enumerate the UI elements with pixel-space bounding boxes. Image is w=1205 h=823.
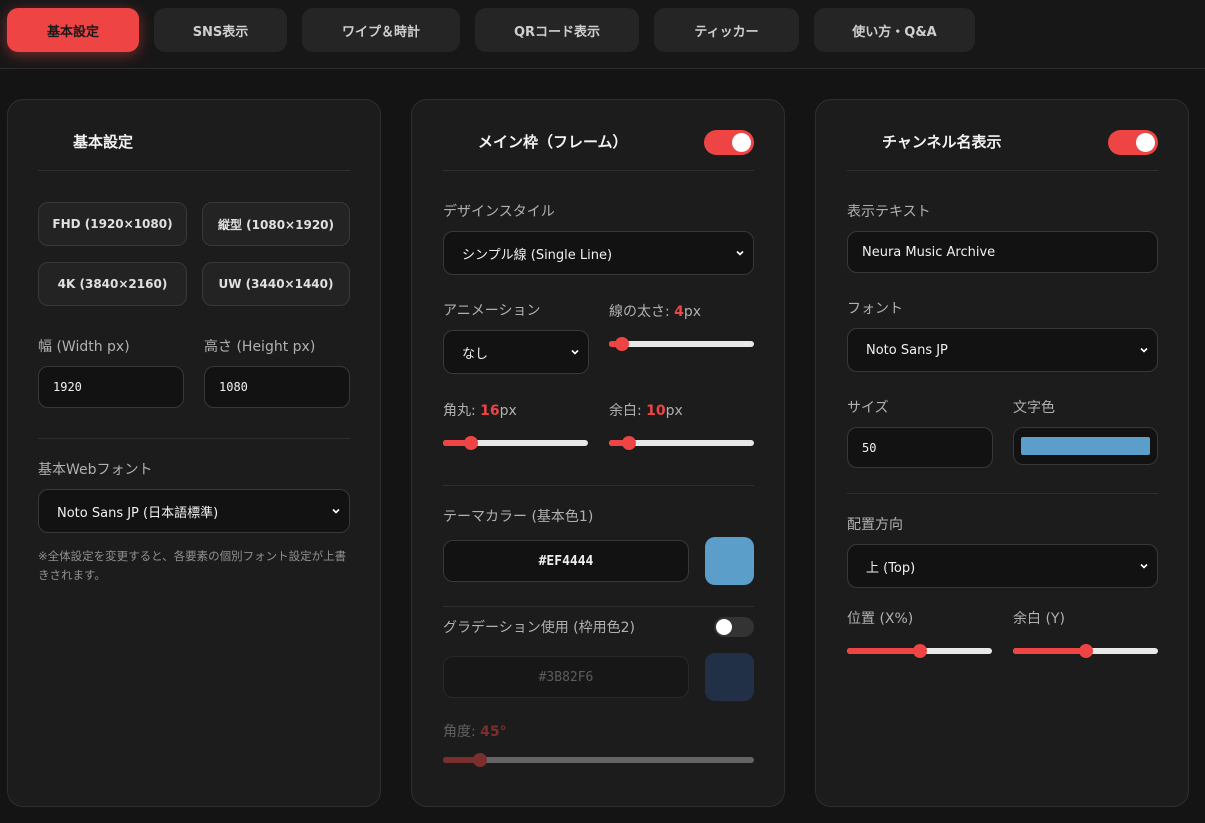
chevron-down-icon <box>1140 563 1148 569</box>
text-color-swatch <box>1021 437 1150 455</box>
height-input[interactable]: 1080 <box>204 366 350 408</box>
tab-help-qa[interactable]: 使い方・Q&A <box>814 8 975 52</box>
web-font-label: 基本Webフォント <box>38 462 153 478</box>
theme-color-label: テーマカラー (基本色1) <box>443 509 594 525</box>
size-label: サイズ <box>847 400 889 416</box>
margin-y-label: 余白 (Y) <box>1013 611 1065 627</box>
divider <box>443 485 754 486</box>
divider <box>847 170 1158 171</box>
design-style-label: デザインスタイル <box>443 204 555 220</box>
display-text-label: 表示テキスト <box>847 204 931 220</box>
animation-label: アニメーション <box>443 303 541 319</box>
gradient-label: グラデーション使用 (枠用色2) <box>443 620 636 636</box>
slider-thumb[interactable] <box>615 337 630 351</box>
position-x-slider[interactable] <box>847 644 992 658</box>
line-width-slider[interactable] <box>609 337 754 351</box>
tab-wipe-clock[interactable]: ワイプ＆時計 <box>302 8 460 52</box>
width-label: 幅 (Width px) <box>38 339 130 355</box>
corner-radius-slider[interactable] <box>443 436 588 450</box>
channel-enable-toggle[interactable] <box>1108 130 1158 155</box>
main-frame-panel: メイン枠（フレーム） デザインスタイル シンプル線 (Single Line) … <box>411 99 785 807</box>
theme-color-swatch[interactable] <box>705 537 754 585</box>
tab-ticker[interactable]: ティッカー <box>654 8 799 52</box>
design-style-select[interactable]: シンプル線 (Single Line) <box>443 231 754 275</box>
divider <box>443 170 754 171</box>
tab-basic-settings[interactable]: 基本設定 <box>7 8 139 52</box>
divider <box>38 170 350 171</box>
display-text-input[interactable]: Neura Music Archive <box>847 231 1158 273</box>
animation-select[interactable]: なし <box>443 330 589 374</box>
padding-label: 余白: 10px <box>609 403 683 419</box>
panel-title: 基本設定 <box>73 133 134 151</box>
size-input[interactable]: 50 <box>847 427 993 468</box>
direction-label: 配置方向 <box>847 517 903 533</box>
slider-thumb[interactable] <box>463 436 478 450</box>
tab-qr-code[interactable]: QRコード表示 <box>475 8 639 52</box>
gradient-toggle[interactable] <box>714 617 754 637</box>
width-input[interactable]: 1920 <box>38 366 184 408</box>
chevron-down-icon <box>332 508 340 514</box>
font-select[interactable]: Noto Sans JP <box>847 328 1158 372</box>
preset-vertical-button[interactable]: 縦型 (1080×1920) <box>202 202 350 246</box>
angle-slider[interactable] <box>443 753 754 767</box>
preset-uw-button[interactable]: UW (3440×1440) <box>202 262 350 306</box>
font-label: フォント <box>847 301 903 317</box>
channel-name-panel: チャンネル名表示 表示テキスト Neura Music Archive フォント… <box>815 99 1189 807</box>
gradient-color-swatch[interactable] <box>705 653 754 701</box>
text-color-picker[interactable] <box>1013 427 1158 465</box>
tab-bar: 基本設定 SNS表示 ワイプ＆時計 QRコード表示 ティッカー 使い方・Q&A <box>0 0 1205 69</box>
web-font-select[interactable]: Noto Sans JP (日本語標準) <box>38 489 350 533</box>
chevron-down-icon <box>736 250 744 256</box>
divider <box>443 606 754 607</box>
panel-title: チャンネル名表示 <box>882 133 1002 151</box>
frame-enable-toggle[interactable] <box>704 130 754 155</box>
angle-label: 角度: 45° <box>443 724 507 740</box>
theme-color-input[interactable]: #EF4444 <box>443 540 689 582</box>
slider-thumb[interactable] <box>912 644 927 658</box>
divider <box>847 493 1158 494</box>
text-color-label: 文字色 <box>1013 400 1055 416</box>
basic-settings-panel: 基本設定 FHD (1920×1080) 縦型 (1080×1920) 4K (… <box>7 99 381 807</box>
panel-title: メイン枠（フレーム） <box>478 133 628 151</box>
corner-radius-label: 角丸: 16px <box>443 403 517 419</box>
height-label: 高さ (Height px) <box>204 339 316 355</box>
font-override-note: ※全体設定を変更すると、各要素の個別フォント設定が上書きされます。 <box>38 549 347 582</box>
chevron-down-icon <box>571 349 579 355</box>
chevron-down-icon <box>1140 347 1148 353</box>
slider-thumb[interactable] <box>473 753 488 767</box>
slider-thumb[interactable] <box>622 436 637 450</box>
margin-y-slider[interactable] <box>1013 644 1158 658</box>
slider-thumb[interactable] <box>1078 644 1093 658</box>
preset-4k-button[interactable]: 4K (3840×2160) <box>38 262 187 306</box>
padding-slider[interactable] <box>609 436 754 450</box>
divider <box>38 438 350 439</box>
position-x-label: 位置 (X%) <box>847 611 914 627</box>
line-width-label: 線の太さ: 4px <box>609 304 702 320</box>
gradient-color-input[interactable]: #3B82F6 <box>443 656 689 698</box>
preset-fhd-button[interactable]: FHD (1920×1080) <box>38 202 187 246</box>
tab-sns-display[interactable]: SNS表示 <box>154 8 287 52</box>
direction-select[interactable]: 上 (Top) <box>847 544 1158 588</box>
